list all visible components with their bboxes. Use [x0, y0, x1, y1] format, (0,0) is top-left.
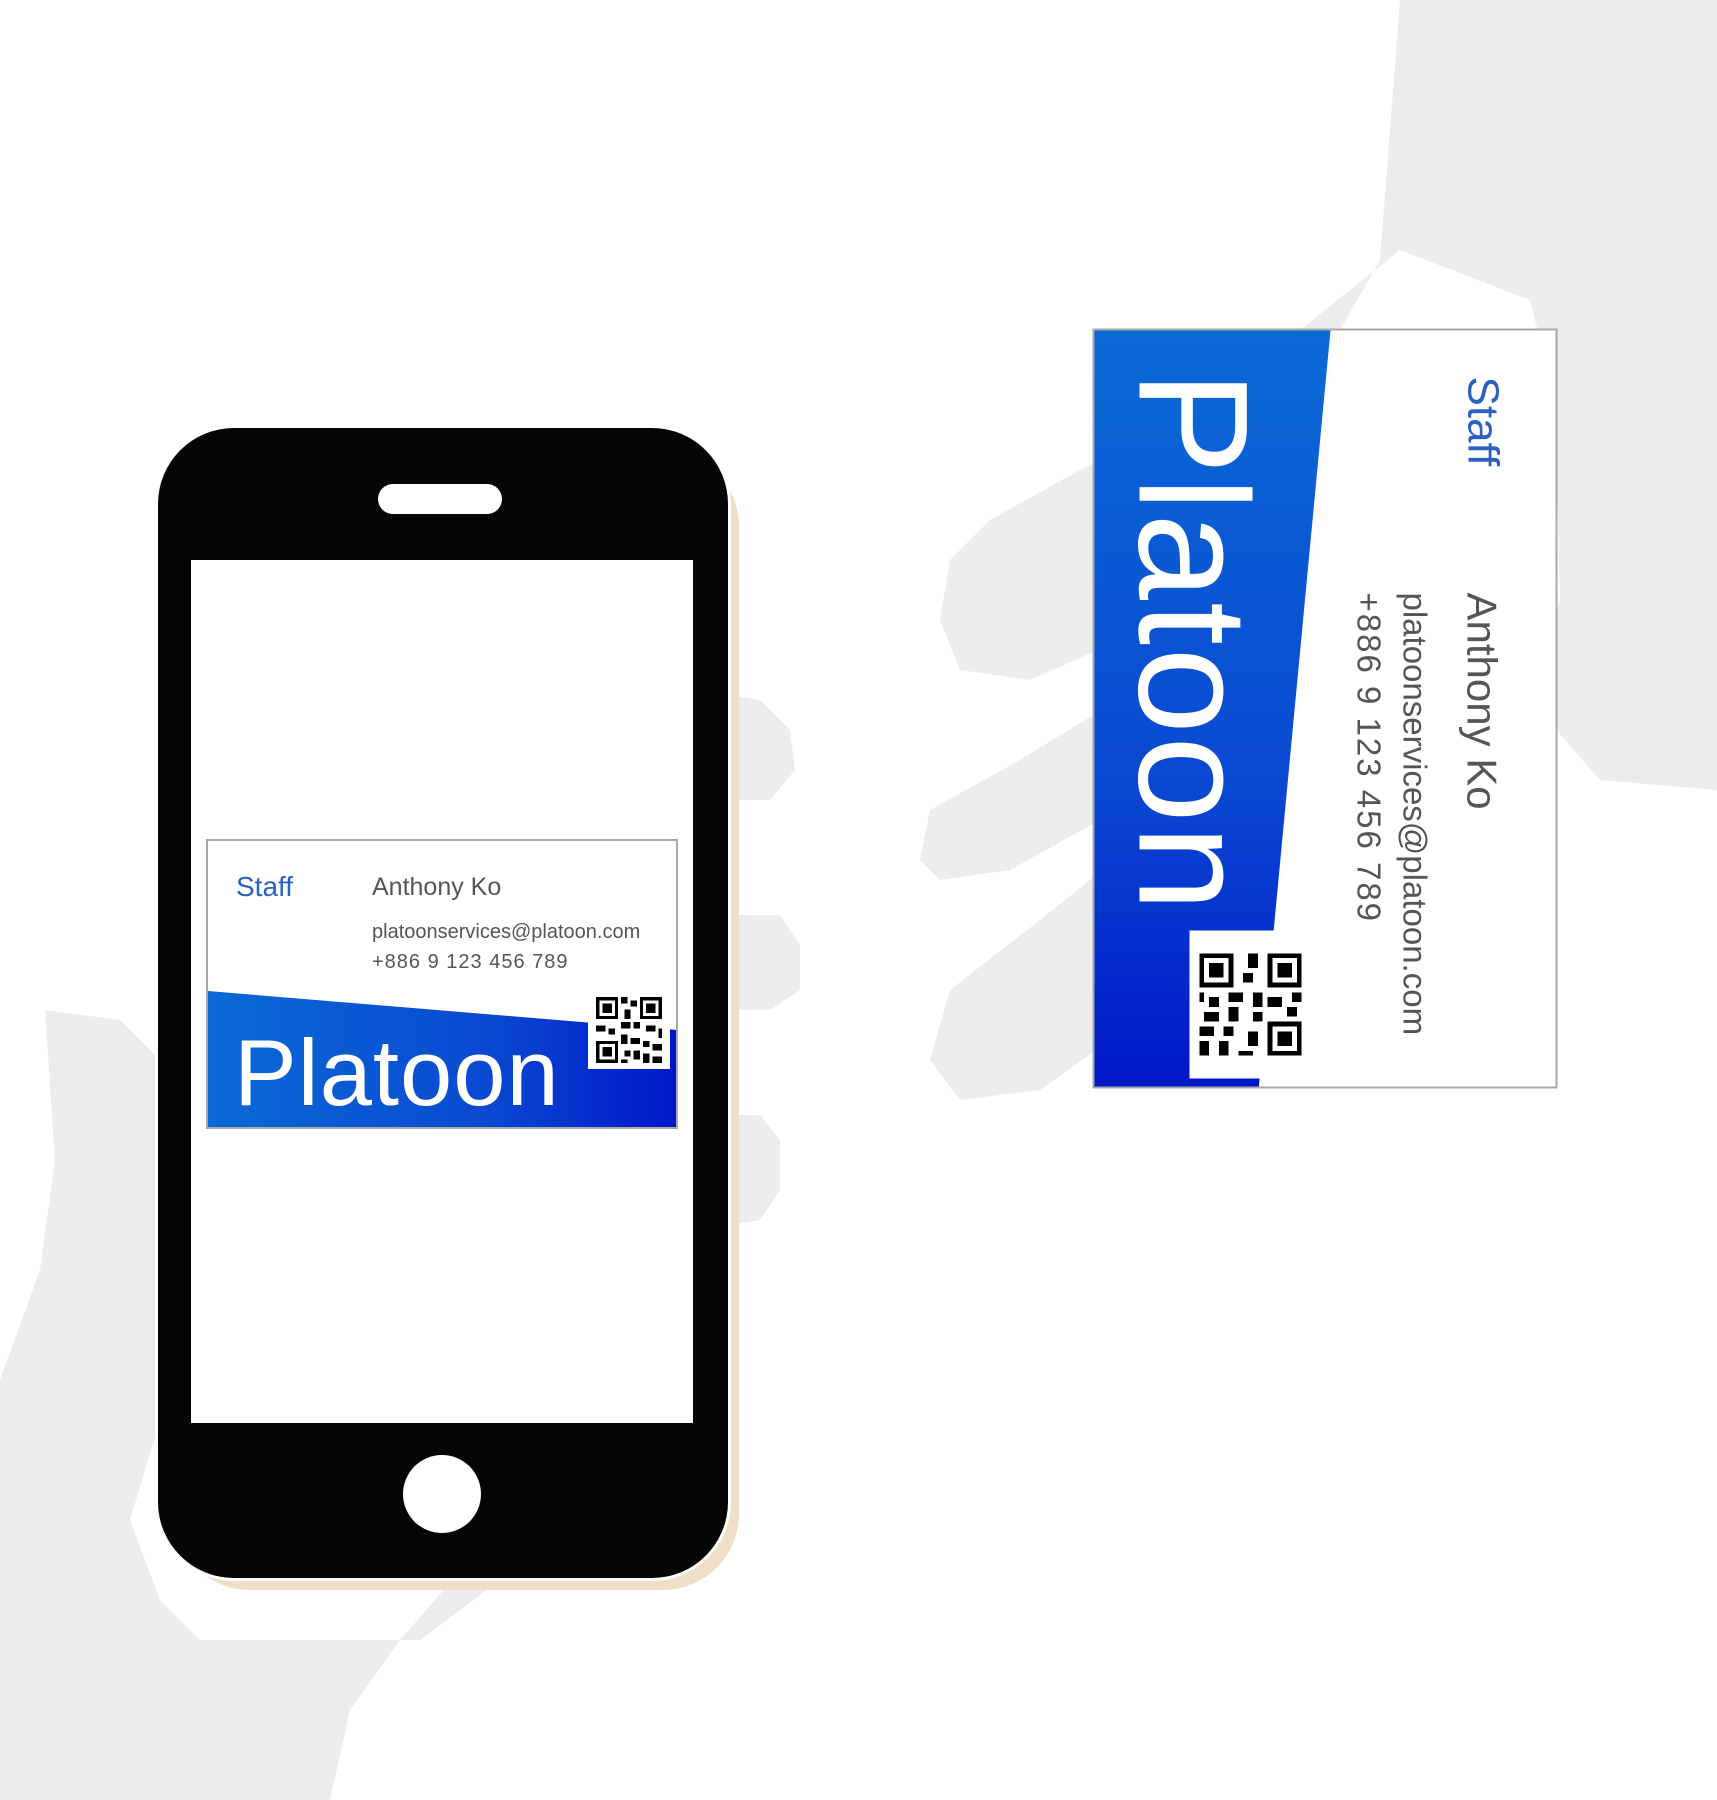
- qr-code-icon: [1189, 930, 1311, 1078]
- card-email: platoonservices@platoon.com: [372, 921, 641, 943]
- card-email: platoonservices@platoon.com: [1396, 592, 1433, 1035]
- speaker-grille-icon: [378, 484, 502, 514]
- platoon-logo: Platoon: [1105, 370, 1279, 914]
- paper-business-card: Staff Anthony Ko platoonservices@platoon…: [1092, 328, 1557, 1088]
- card-phone-number: +886 9 123 456 789: [1350, 592, 1387, 923]
- paper-business-card-frame: Staff Anthony Ko platoonservices@platoon…: [1092, 328, 1557, 1088]
- card-name: Anthony Ko: [1458, 592, 1505, 810]
- card-phone-number: +886 9 123 456 789: [372, 951, 569, 973]
- card-role: Staff: [236, 871, 294, 902]
- phone-business-card: Staff Anthony Ko platoonservices@platoon…: [206, 839, 678, 1129]
- card-role: Staff: [1458, 376, 1507, 466]
- home-button-icon[interactable]: [403, 1455, 481, 1533]
- qr-code-icon: [588, 991, 670, 1069]
- platoon-logo: Platoon: [234, 1020, 560, 1125]
- card-name: Anthony Ko: [372, 873, 502, 901]
